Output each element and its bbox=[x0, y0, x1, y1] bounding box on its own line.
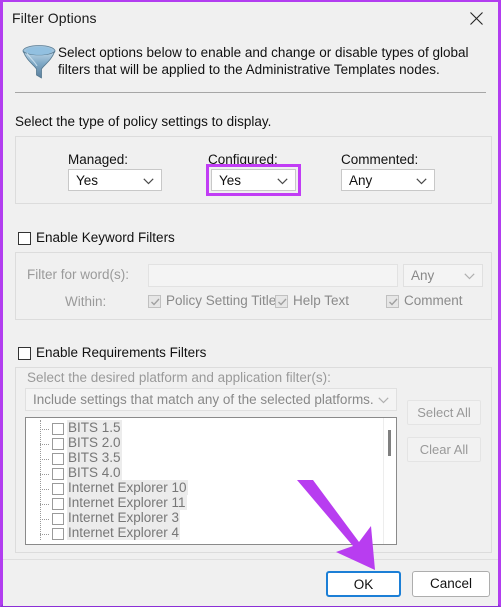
list-item-label: Internet Explorer 11 bbox=[67, 495, 187, 510]
policy-section-label: Select the type of policy settings to di… bbox=[15, 114, 272, 129]
checkbox-box bbox=[18, 347, 31, 360]
checkbox-box bbox=[148, 295, 161, 308]
list-item-label: BITS 2.0 bbox=[67, 435, 122, 450]
checkbox-box bbox=[52, 528, 64, 540]
tree-scrollbar[interactable] bbox=[383, 418, 396, 544]
checkbox-box bbox=[52, 438, 64, 450]
checkbox-box bbox=[275, 295, 288, 308]
checkbox-box bbox=[52, 453, 64, 465]
ok-button[interactable]: OK bbox=[326, 571, 401, 597]
within-option-label: Comment bbox=[404, 293, 463, 308]
tree-connector bbox=[40, 420, 42, 540]
select-all-button[interactable]: Select All bbox=[407, 400, 481, 425]
tree-connector bbox=[40, 429, 49, 431]
configured-highlight-annotation bbox=[206, 164, 301, 196]
keyword-match-dropdown[interactable]: Any bbox=[403, 264, 483, 287]
tree-connector bbox=[40, 444, 49, 446]
checkbox-box bbox=[386, 295, 399, 308]
platform-filter-label: Select the desired platform and applicat… bbox=[27, 370, 331, 385]
list-item-label: BITS 1.5 bbox=[67, 420, 122, 435]
chevron-down-icon bbox=[464, 273, 475, 280]
footer-bar: OK Cancel bbox=[3, 560, 498, 606]
checkbox-box bbox=[52, 498, 64, 510]
list-item-label: Internet Explorer 4 bbox=[67, 525, 181, 540]
funnel-icon bbox=[22, 45, 56, 79]
filter-keyword-input[interactable] bbox=[148, 264, 398, 287]
chevron-down-icon bbox=[416, 178, 427, 185]
within-option-label: Help Text bbox=[293, 293, 350, 308]
keyword-match-value: Any bbox=[411, 268, 435, 283]
within-option-label: Policy Setting Title bbox=[166, 293, 277, 308]
window-title: Filter Options bbox=[12, 10, 97, 26]
platform-match-mode-value: Include settings that match any of the s… bbox=[33, 392, 374, 407]
check-icon bbox=[389, 298, 398, 306]
tree-connector bbox=[40, 519, 49, 521]
cancel-button[interactable]: Cancel bbox=[412, 571, 490, 597]
dialog-header: Select options below to enable and chang… bbox=[3, 36, 498, 92]
within-label: Within: bbox=[65, 294, 107, 309]
filter-options-dialog: Filter Options Select options below to e… bbox=[0, 0, 501, 607]
platform-match-mode-dropdown[interactable]: Include settings that match any of the s… bbox=[25, 388, 397, 411]
commented-label: Commented: bbox=[341, 152, 419, 167]
managed-value: Yes bbox=[76, 173, 99, 188]
managed-dropdown[interactable]: Yes bbox=[68, 169, 162, 191]
tree-connector bbox=[40, 534, 49, 536]
list-item-label: Internet Explorer 3 bbox=[67, 510, 181, 525]
list-item-label: BITS 3.5 bbox=[67, 450, 122, 465]
checkbox-box bbox=[52, 513, 64, 525]
filter-for-words-label: Filter for word(s): bbox=[27, 267, 130, 282]
enable-keyword-filters-label: Enable Keyword Filters bbox=[36, 230, 175, 245]
title-bar: Filter Options bbox=[3, 2, 498, 36]
close-icon[interactable] bbox=[456, 2, 498, 33]
checkbox-box bbox=[52, 423, 64, 435]
check-icon bbox=[151, 298, 160, 306]
list-item-label: BITS 4.0 bbox=[67, 465, 122, 480]
commented-value: Any bbox=[349, 173, 373, 188]
header-description: Select options below to enable and chang… bbox=[58, 45, 469, 77]
checkbox-box bbox=[18, 232, 31, 245]
chevron-down-icon bbox=[378, 397, 389, 404]
clear-all-button[interactable]: Clear All bbox=[407, 437, 481, 462]
scrollbar-thumb[interactable] bbox=[388, 430, 391, 456]
tree-connector bbox=[40, 504, 49, 506]
tree-connector bbox=[40, 474, 49, 476]
commented-dropdown[interactable]: Any bbox=[341, 169, 435, 191]
checkbox-box bbox=[52, 468, 64, 480]
chevron-down-icon bbox=[143, 178, 154, 185]
list-item-label: Internet Explorer 10 bbox=[67, 480, 188, 495]
check-icon bbox=[278, 298, 287, 306]
managed-label: Managed: bbox=[68, 152, 129, 167]
tree-connector bbox=[40, 459, 49, 461]
enable-requirements-filters-label: Enable Requirements Filters bbox=[36, 345, 207, 360]
tree-connector bbox=[40, 489, 49, 491]
platform-tree-list[interactable]: BITS 1.5 BITS 2.0 BITS 3.5 BITS 4.0 Inte… bbox=[25, 417, 397, 545]
header-divider bbox=[15, 92, 486, 93]
checkbox-box bbox=[52, 483, 64, 495]
